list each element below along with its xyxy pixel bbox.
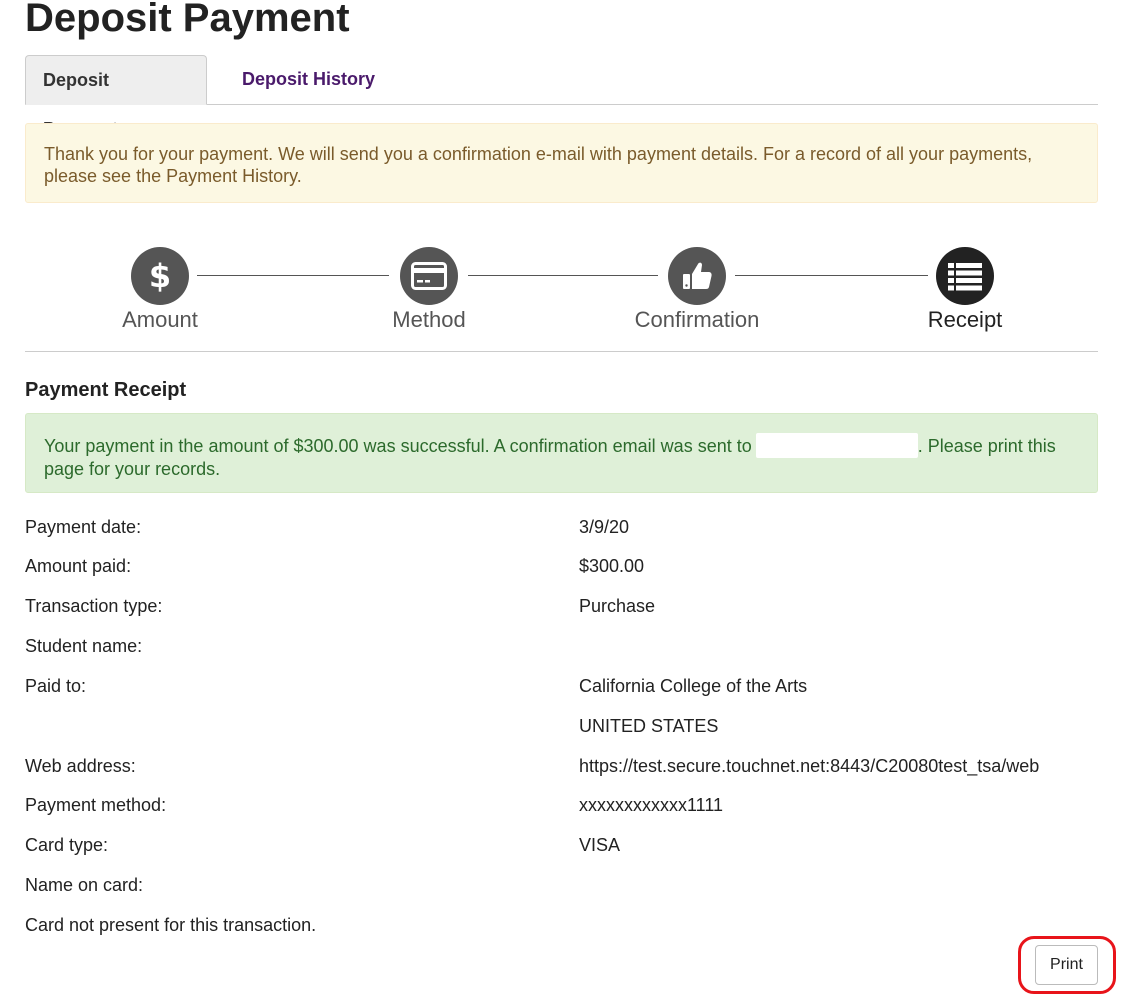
row-label: Payment method: bbox=[25, 795, 167, 815]
svg-text:$: $ bbox=[149, 257, 171, 295]
row-label: Paid to: bbox=[25, 676, 87, 696]
tab-deposit-payment[interactable]: Deposit Payment bbox=[25, 55, 207, 139]
row-label: Transaction type: bbox=[25, 596, 163, 616]
row-value: xxxxxxxxxxxx1111 bbox=[579, 795, 724, 815]
row-value: California College of the Arts bbox=[579, 676, 808, 696]
step-method: Method bbox=[349, 245, 509, 334]
row-label: Student name: bbox=[25, 636, 143, 656]
success-text: Your payment in the amount of $300.00 wa… bbox=[44, 436, 752, 456]
step-label: Receipt bbox=[927, 307, 1003, 332]
dollar-icon: $ bbox=[131, 247, 189, 305]
row-label: Payment date: bbox=[25, 517, 142, 537]
receipt-heading: Payment Receipt bbox=[25, 379, 187, 401]
row-label: Web address: bbox=[25, 756, 136, 776]
row-value: Purchase bbox=[579, 596, 656, 616]
tab-deposit-history[interactable]: Deposit History bbox=[225, 55, 392, 104]
step-receipt: Receipt bbox=[885, 245, 1045, 334]
row-value: $300.00 bbox=[579, 556, 645, 576]
row-value: UNITED STATES bbox=[579, 716, 719, 736]
credit-card-icon bbox=[400, 247, 458, 305]
thumbs-up-icon bbox=[668, 247, 726, 305]
row-value: VISA bbox=[579, 835, 621, 855]
row-value: https://test.secure.touchnet.net:8443/C2… bbox=[579, 756, 1040, 776]
tab-bar: Deposit Payment Deposit History bbox=[25, 55, 1098, 139]
print-button[interactable]: Print bbox=[1035, 945, 1098, 985]
success-message: Your payment in the amount of $300.00 wa… bbox=[25, 413, 1098, 493]
row-label: Card type: bbox=[25, 835, 109, 855]
progress-steps: $ Amount Method Confirmation Receipt bbox=[25, 245, 1098, 352]
page-title: Deposit Payment bbox=[25, 0, 350, 40]
step-label: Amount bbox=[122, 307, 198, 332]
step-label: Method bbox=[392, 307, 466, 332]
list-icon bbox=[936, 247, 994, 305]
deposit-payment-page: Deposit Payment Deposit Payment Deposit … bbox=[0, 0, 1130, 1005]
step-amount: $ Amount bbox=[80, 245, 240, 334]
row-label: Amount paid: bbox=[25, 556, 132, 576]
redacted-email bbox=[755, 433, 918, 458]
step-confirmation: Confirmation bbox=[617, 245, 777, 334]
row-value: 3/9/20 bbox=[579, 517, 630, 537]
row-label: Name on card: bbox=[25, 875, 144, 895]
step-label: Confirmation bbox=[634, 307, 760, 332]
payment-notice: Thank you for your payment. We will send… bbox=[25, 123, 1098, 203]
row-label: Card not present for this transaction. bbox=[25, 915, 317, 935]
